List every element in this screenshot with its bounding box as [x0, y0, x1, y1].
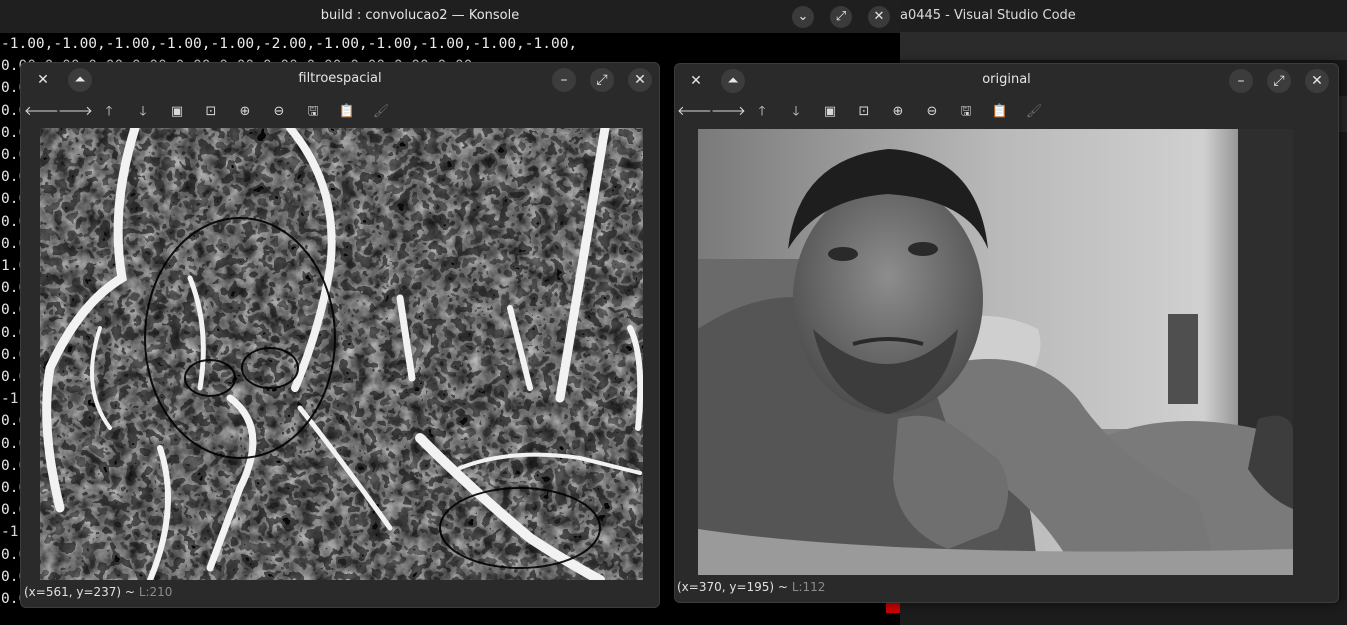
pan-right-icon[interactable]: 🡒 — [711, 101, 746, 123]
zoom-out-icon[interactable]: ⊖ — [915, 101, 949, 123]
minimize-button[interactable]: – — [552, 68, 576, 92]
pan-up-icon[interactable]: 🡑 — [92, 101, 126, 123]
pan-up-icon[interactable]: 🡑 — [745, 101, 779, 123]
zoom-original-icon[interactable]: ⊡ — [847, 101, 881, 123]
copy-icon[interactable]: 📋 — [983, 101, 1017, 123]
vscode-titlebar: a0445 - Visual Studio Code — [900, 0, 1347, 32]
pan-left-icon[interactable]: 🡐 — [24, 101, 59, 123]
luminance-value: L:112 — [791, 580, 826, 594]
luminance-value: L:210 — [138, 585, 173, 599]
original-image[interactable] — [698, 129, 1293, 575]
close-button[interactable]: ✕ — [868, 6, 890, 28]
status-bar: (x=370, y=195) ~ L:112 — [677, 580, 825, 594]
minimize-button[interactable]: – — [1229, 69, 1253, 93]
save-icon[interactable]: 🖫 — [949, 101, 983, 123]
maximize-button[interactable]: ⤢ — [590, 68, 614, 92]
zoom-in-icon[interactable]: ⊕ — [228, 101, 262, 123]
properties-icon[interactable]: 🖌 — [1017, 101, 1051, 123]
pan-down-icon[interactable]: 🡓 — [126, 101, 160, 123]
properties-icon[interactable]: 🖌 — [364, 101, 398, 123]
viewer-toolbar: 🡐 🡒 🡑 🡓 ▣ ⊡ ⊕ ⊖ 🖫 📋 🖌 — [677, 101, 1051, 123]
pan-right-icon[interactable]: 🡒 — [58, 101, 93, 123]
zoom-in-icon[interactable]: ⊕ — [881, 101, 915, 123]
status-bar: (x=561, y=237) ~ L:210 — [24, 585, 172, 599]
viewer-toolbar: 🡐 🡒 🡑 🡓 ▣ ⊡ ⊕ ⊖ 🖫 📋 🖌 — [24, 101, 398, 123]
filtroespacial-window: ✕ ⏶ filtroespacial – ⤢ ✕ 🡐 🡒 🡑 🡓 ▣ ⊡ ⊕ ⊖ 🖫 📋 🖌 — [20, 62, 660, 608]
cursor-coordinates: (x=370, y=195) ~ — [677, 580, 788, 594]
cursor-coordinates: (x=561, y=237) ~ — [24, 585, 135, 599]
filtered-image[interactable] — [40, 128, 643, 580]
pan-left-icon[interactable]: 🡐 — [677, 101, 712, 123]
copy-icon[interactable]: 📋 — [330, 101, 364, 123]
original-window: ✕ ⏶ original – ⤢ ✕ 🡐🡒🡑🡓▣⊡⊕⊖🖫📋🖌 — [674, 63, 1339, 603]
close-button[interactable]: ✕ — [1305, 69, 1329, 93]
maximize-button[interactable]: ⤢ — [1267, 69, 1291, 93]
vscode-tabbar — [900, 32, 1347, 60]
maximize-button[interactable]: ⤢ — [830, 6, 852, 28]
konsole-titlebar: build : convolucao2 — Konsole ⌄ ⤢ ✕ — [0, 0, 900, 33]
vscode-title: a0445 - Visual Studio Code — [900, 8, 1076, 23]
close-button[interactable]: ✕ — [628, 68, 652, 92]
terminal-line: -1 — [1, 391, 19, 408]
zoom-fit-icon[interactable]: ▣ — [160, 101, 194, 123]
terminal-line: -1.00,-1.00,-1.00,-1.00,-1.00,-2.00,-1.0… — [1, 36, 578, 52]
terminal-line: -1 — [1, 524, 19, 541]
minimize-button[interactable]: ⌄ — [792, 6, 814, 28]
zoom-fit-icon[interactable]: ▣ — [813, 101, 847, 123]
save-icon[interactable]: 🖫 — [296, 101, 330, 123]
konsole-title: build : convolucao2 — Konsole — [320, 8, 520, 23]
vscode-panel — [900, 600, 1347, 625]
pan-down-icon[interactable]: 🡓 — [779, 101, 813, 123]
zoom-original-icon[interactable]: ⊡ — [194, 101, 228, 123]
zoom-out-icon[interactable]: ⊖ — [262, 101, 296, 123]
